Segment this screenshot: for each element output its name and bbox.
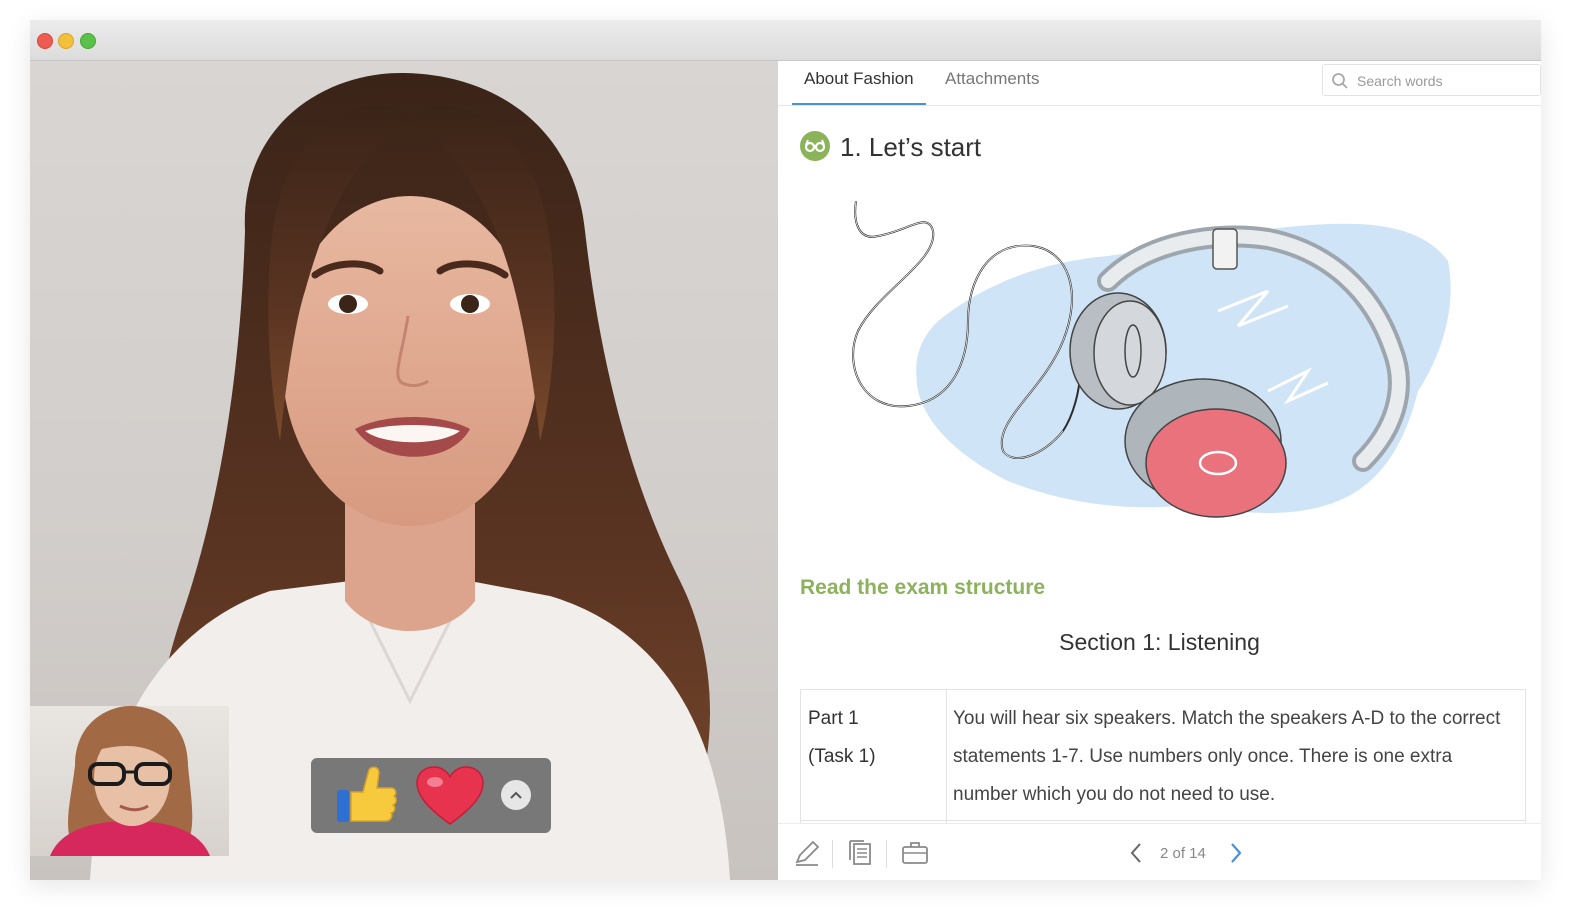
pencil-icon — [795, 840, 820, 866]
table-row-label: Part 1 (Task 1) — [801, 690, 947, 831]
chevron-right-icon — [1231, 843, 1242, 863]
self-view-image — [50, 706, 210, 856]
table-row-description: You will hear six speakers. Match the sp… — [953, 708, 1501, 805]
tab-about-fashion[interactable]: About Fashion — [792, 69, 926, 105]
lesson-tabs: About Fashion Attachments — [778, 61, 1541, 106]
zoom-window-button[interactable] — [80, 33, 96, 49]
toolbar-divider — [886, 840, 887, 868]
exam-structure-table: Part 1 (Task 1) You will hear six speake… — [800, 689, 1526, 831]
tab-attachments[interactable]: Attachments — [945, 69, 1040, 103]
title-bar — [30, 20, 1541, 61]
heart-reaction[interactable] — [415, 766, 485, 831]
heart-icon — [416, 766, 484, 825]
bottom-toolbar: 2 of 14 — [778, 823, 1541, 880]
reactions-bar — [311, 758, 551, 833]
briefcase-button[interactable] — [900, 838, 930, 868]
part-label: Part 1 — [808, 708, 859, 729]
search-box[interactable] — [1322, 64, 1541, 96]
chevron-left-icon — [1130, 843, 1141, 863]
glasses-icon — [800, 131, 830, 161]
toolbar-divider — [832, 840, 833, 868]
close-window-button[interactable] — [37, 33, 53, 49]
lesson-panel: About Fashion Attachments 1. Let’s start — [778, 61, 1541, 880]
chevron-up-icon — [510, 791, 522, 799]
minimize-window-button[interactable] — [58, 33, 74, 49]
thumbs-up-reaction[interactable] — [333, 764, 399, 833]
briefcase-icon — [902, 842, 928, 864]
notes-button[interactable] — [846, 838, 876, 868]
notes-icon — [849, 840, 871, 865]
section-title: Section 1: Listening — [1059, 629, 1260, 655]
search-input[interactable] — [1355, 69, 1539, 93]
thumbs-up-icon — [337, 766, 397, 822]
task-label: (Task 1) — [808, 746, 876, 767]
row-divider — [801, 820, 1525, 821]
page-indicator: 2 of 14 — [1160, 845, 1206, 862]
subheading: Read the exam structure — [800, 576, 1046, 599]
self-view-video[interactable] — [30, 706, 229, 856]
next-page-button[interactable] — [1226, 840, 1246, 866]
headphones-illustration — [852, 201, 1451, 518]
pencil-button[interactable] — [792, 838, 822, 868]
expand-reactions-button[interactable] — [501, 780, 531, 810]
main-video-feed — [30, 61, 778, 880]
previous-page-button[interactable] — [1126, 840, 1146, 866]
app-window: About Fashion Attachments 1. Let’s start — [30, 20, 1541, 880]
search-icon — [1332, 73, 1348, 89]
page-title: 1. Let’s start — [840, 132, 982, 162]
